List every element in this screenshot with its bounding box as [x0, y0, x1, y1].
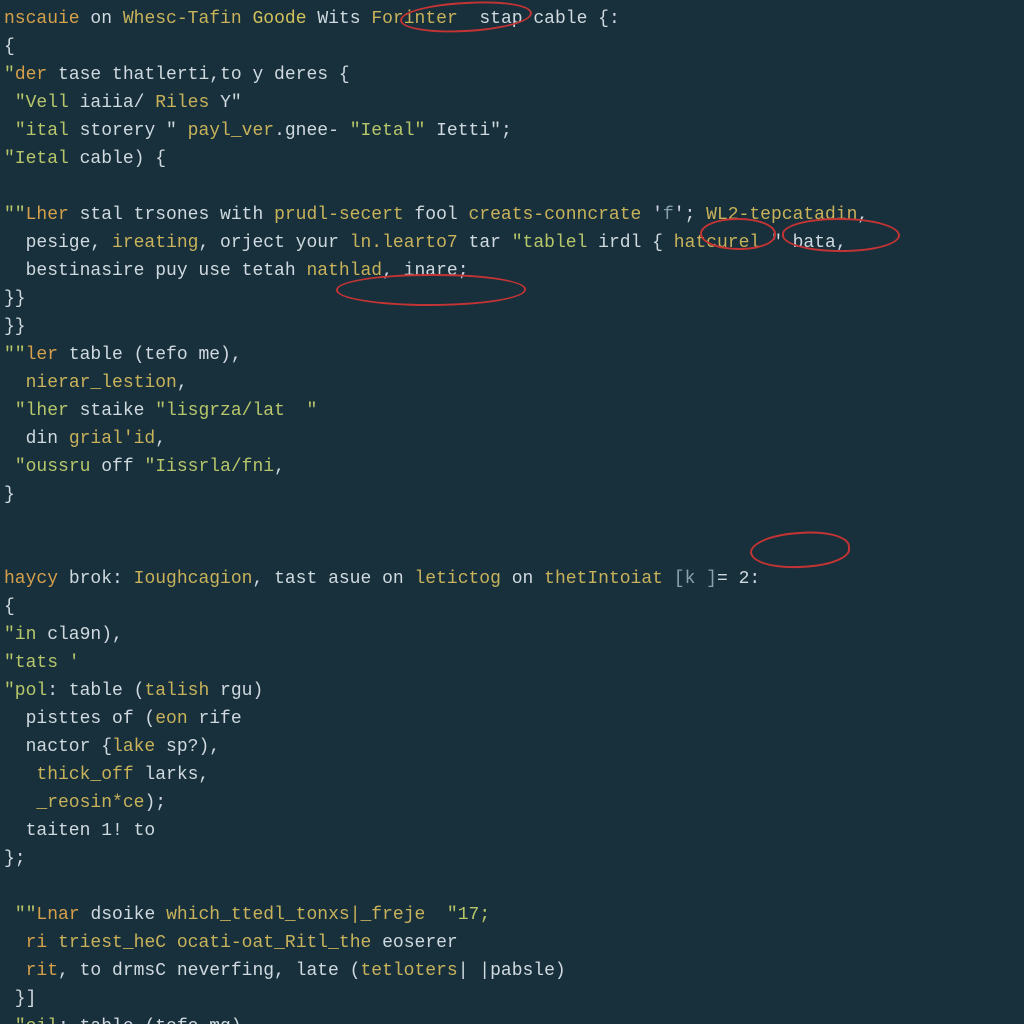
code-line: "pol: table (talish rgu) [4, 678, 1024, 706]
code-line: bestinasire puy use tetah nathlad, inare… [4, 258, 1024, 286]
code-line: }; [4, 846, 1024, 874]
code-line: { [4, 34, 1024, 62]
code-line: nscauie on Whesc-Tafin Goode Wits Forint… [4, 6, 1024, 34]
code-line: ""Lnar dsoike which_ttedl_tonxs|_freje "… [4, 902, 1024, 930]
code-line: "ital storery " payl_ver.gnee- "Ietal" I… [4, 118, 1024, 146]
code-line [4, 174, 1024, 202]
code-line: }] [4, 986, 1024, 1014]
code-line: "tats ' [4, 650, 1024, 678]
code-line: "der tase thatlerti,to y deres { [4, 62, 1024, 90]
code-line [4, 538, 1024, 566]
code-line: haycy brok: Ioughcagion, tast asue on le… [4, 566, 1024, 594]
code-line: "oussru off "Iissrla/fni, [4, 454, 1024, 482]
code-line: thick_off larks, [4, 762, 1024, 790]
code-line: "oil: table (tefo mg), [4, 1014, 1024, 1024]
code-line: "in cla9n), [4, 622, 1024, 650]
code-line: nactor {lake sp?), [4, 734, 1024, 762]
code-line: taiten 1! to [4, 818, 1024, 846]
code-line: ""ler table (tefo me), [4, 342, 1024, 370]
code-line: nierar_lestion, [4, 370, 1024, 398]
code-line: pisttes of (eon rife [4, 706, 1024, 734]
code-line: { [4, 594, 1024, 622]
code-editor[interactable]: nscauie on Whesc-Tafin Goode Wits Forint… [0, 0, 1024, 1024]
code-line: din grial'id, [4, 426, 1024, 454]
code-line: "Ietal cable) { [4, 146, 1024, 174]
code-line: rit, to drmsC neverfing, late (tetloters… [4, 958, 1024, 986]
code-line: pesige, ireating, orject your ln.learto7… [4, 230, 1024, 258]
code-line: "lher staike "lisgrza/lat " [4, 398, 1024, 426]
code-line: } [4, 482, 1024, 510]
code-line: ri triest_heC ocati-oat_Ritl_the eoserer [4, 930, 1024, 958]
code-line: "Vell iaiia/ Riles Y" [4, 90, 1024, 118]
code-line: _reosin*ce); [4, 790, 1024, 818]
code-line [4, 510, 1024, 538]
code-line [4, 874, 1024, 902]
code-line: }} [4, 286, 1024, 314]
code-line: ""Lher stal trsones with prudl-secert fo… [4, 202, 1024, 230]
code-line: }} [4, 314, 1024, 342]
